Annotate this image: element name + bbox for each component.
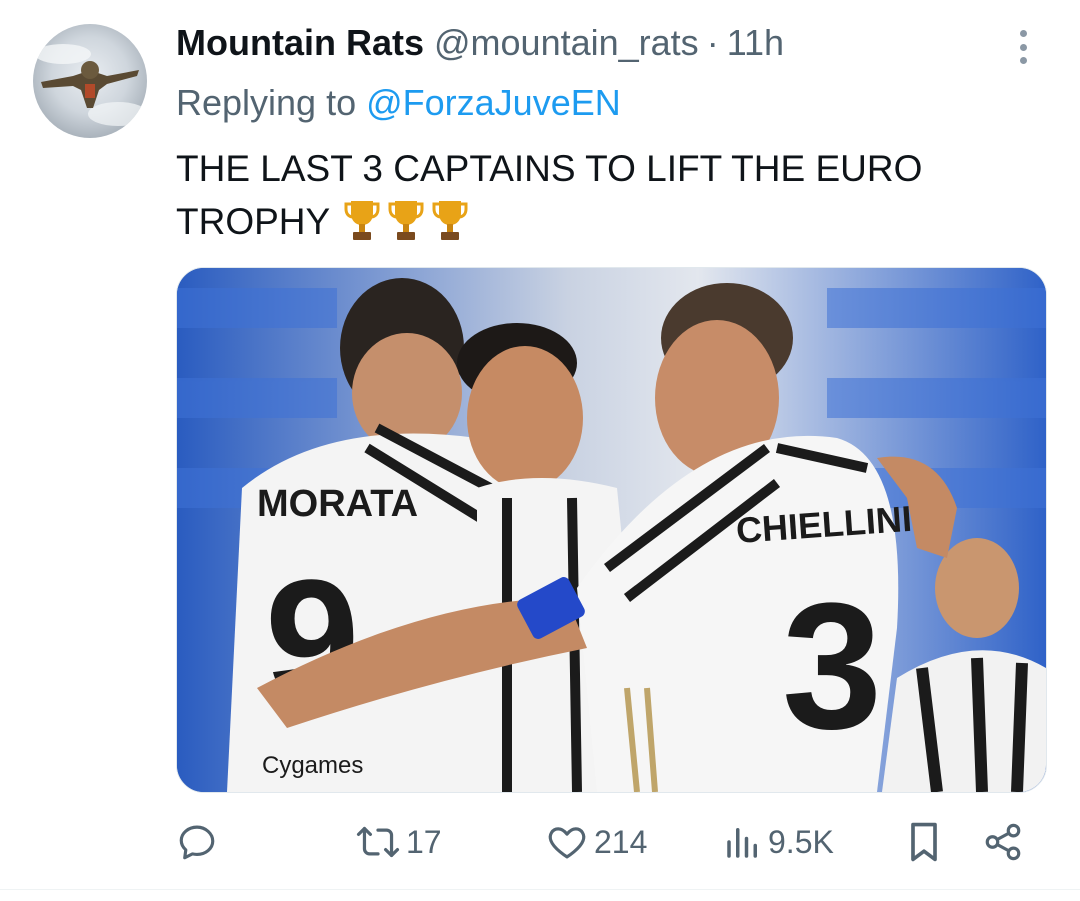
- tweet-timestamp[interactable]: 11h: [727, 22, 784, 64]
- tweet-body: THE LAST 3 CAPTAINS TO LIFT THE EURO TRO…: [176, 148, 923, 242]
- jersey-name-left: MORATA: [257, 483, 418, 525]
- author-name[interactable]: Mountain Rats: [176, 22, 424, 64]
- tweet-divider: [0, 889, 1080, 890]
- separator-dot: ·: [706, 22, 719, 63]
- replying-to-label: Replying to: [176, 82, 367, 123]
- retweet-icon: [356, 826, 400, 858]
- more-options-icon[interactable]: [1006, 28, 1040, 66]
- share-button[interactable]: [982, 812, 1024, 872]
- reply-icon: [179, 825, 215, 860]
- more-dot: [1019, 57, 1027, 64]
- trophy-icon: [344, 201, 380, 240]
- jersey-number-right: 3: [782, 566, 882, 767]
- views-button[interactable]: 9.5K: [724, 812, 834, 872]
- replying-to-line: Replying to @ForzaJuveEN: [176, 82, 621, 124]
- more-dot: [1019, 43, 1027, 51]
- trophy-emojis: [344, 198, 468, 242]
- retweet-button[interactable]: 17: [356, 812, 442, 872]
- heart-icon: [548, 827, 586, 859]
- avatar-image: [35, 44, 147, 126]
- like-button[interactable]: 214: [546, 812, 647, 872]
- trophy-icon: [432, 201, 468, 240]
- retweet-count: 17: [406, 823, 442, 860]
- bookmark-icon: [911, 822, 937, 862]
- views-icon: [727, 828, 757, 858]
- author-avatar[interactable]: [33, 24, 147, 138]
- replying-to-link[interactable]: @ForzaJuveEN: [366, 82, 621, 123]
- jersey-sponsor: Cygames: [262, 752, 363, 779]
- tweet-header: Mountain Rats @mountain_rats · 11h: [176, 22, 784, 66]
- share-icon: [985, 823, 1021, 861]
- trophy-icon: [388, 201, 424, 240]
- more-dot: [1019, 30, 1027, 37]
- tweet-actions: 17 214 9.5K: [176, 812, 1036, 872]
- views-count: 9.5K: [768, 823, 834, 860]
- bookmark-button[interactable]: [904, 812, 944, 872]
- reply-button[interactable]: [176, 812, 224, 872]
- photo-illustration: MORATA 9 Cygames CHIELLINI 3: [177, 268, 1046, 792]
- like-count: 214: [594, 823, 648, 860]
- tweet-text: THE LAST 3 CAPTAINS TO LIFT THE EURO TRO…: [176, 142, 1006, 248]
- author-handle[interactable]: @mountain_rats: [434, 22, 699, 64]
- tweet-photo[interactable]: MORATA 9 Cygames CHIELLINI 3: [176, 267, 1047, 793]
